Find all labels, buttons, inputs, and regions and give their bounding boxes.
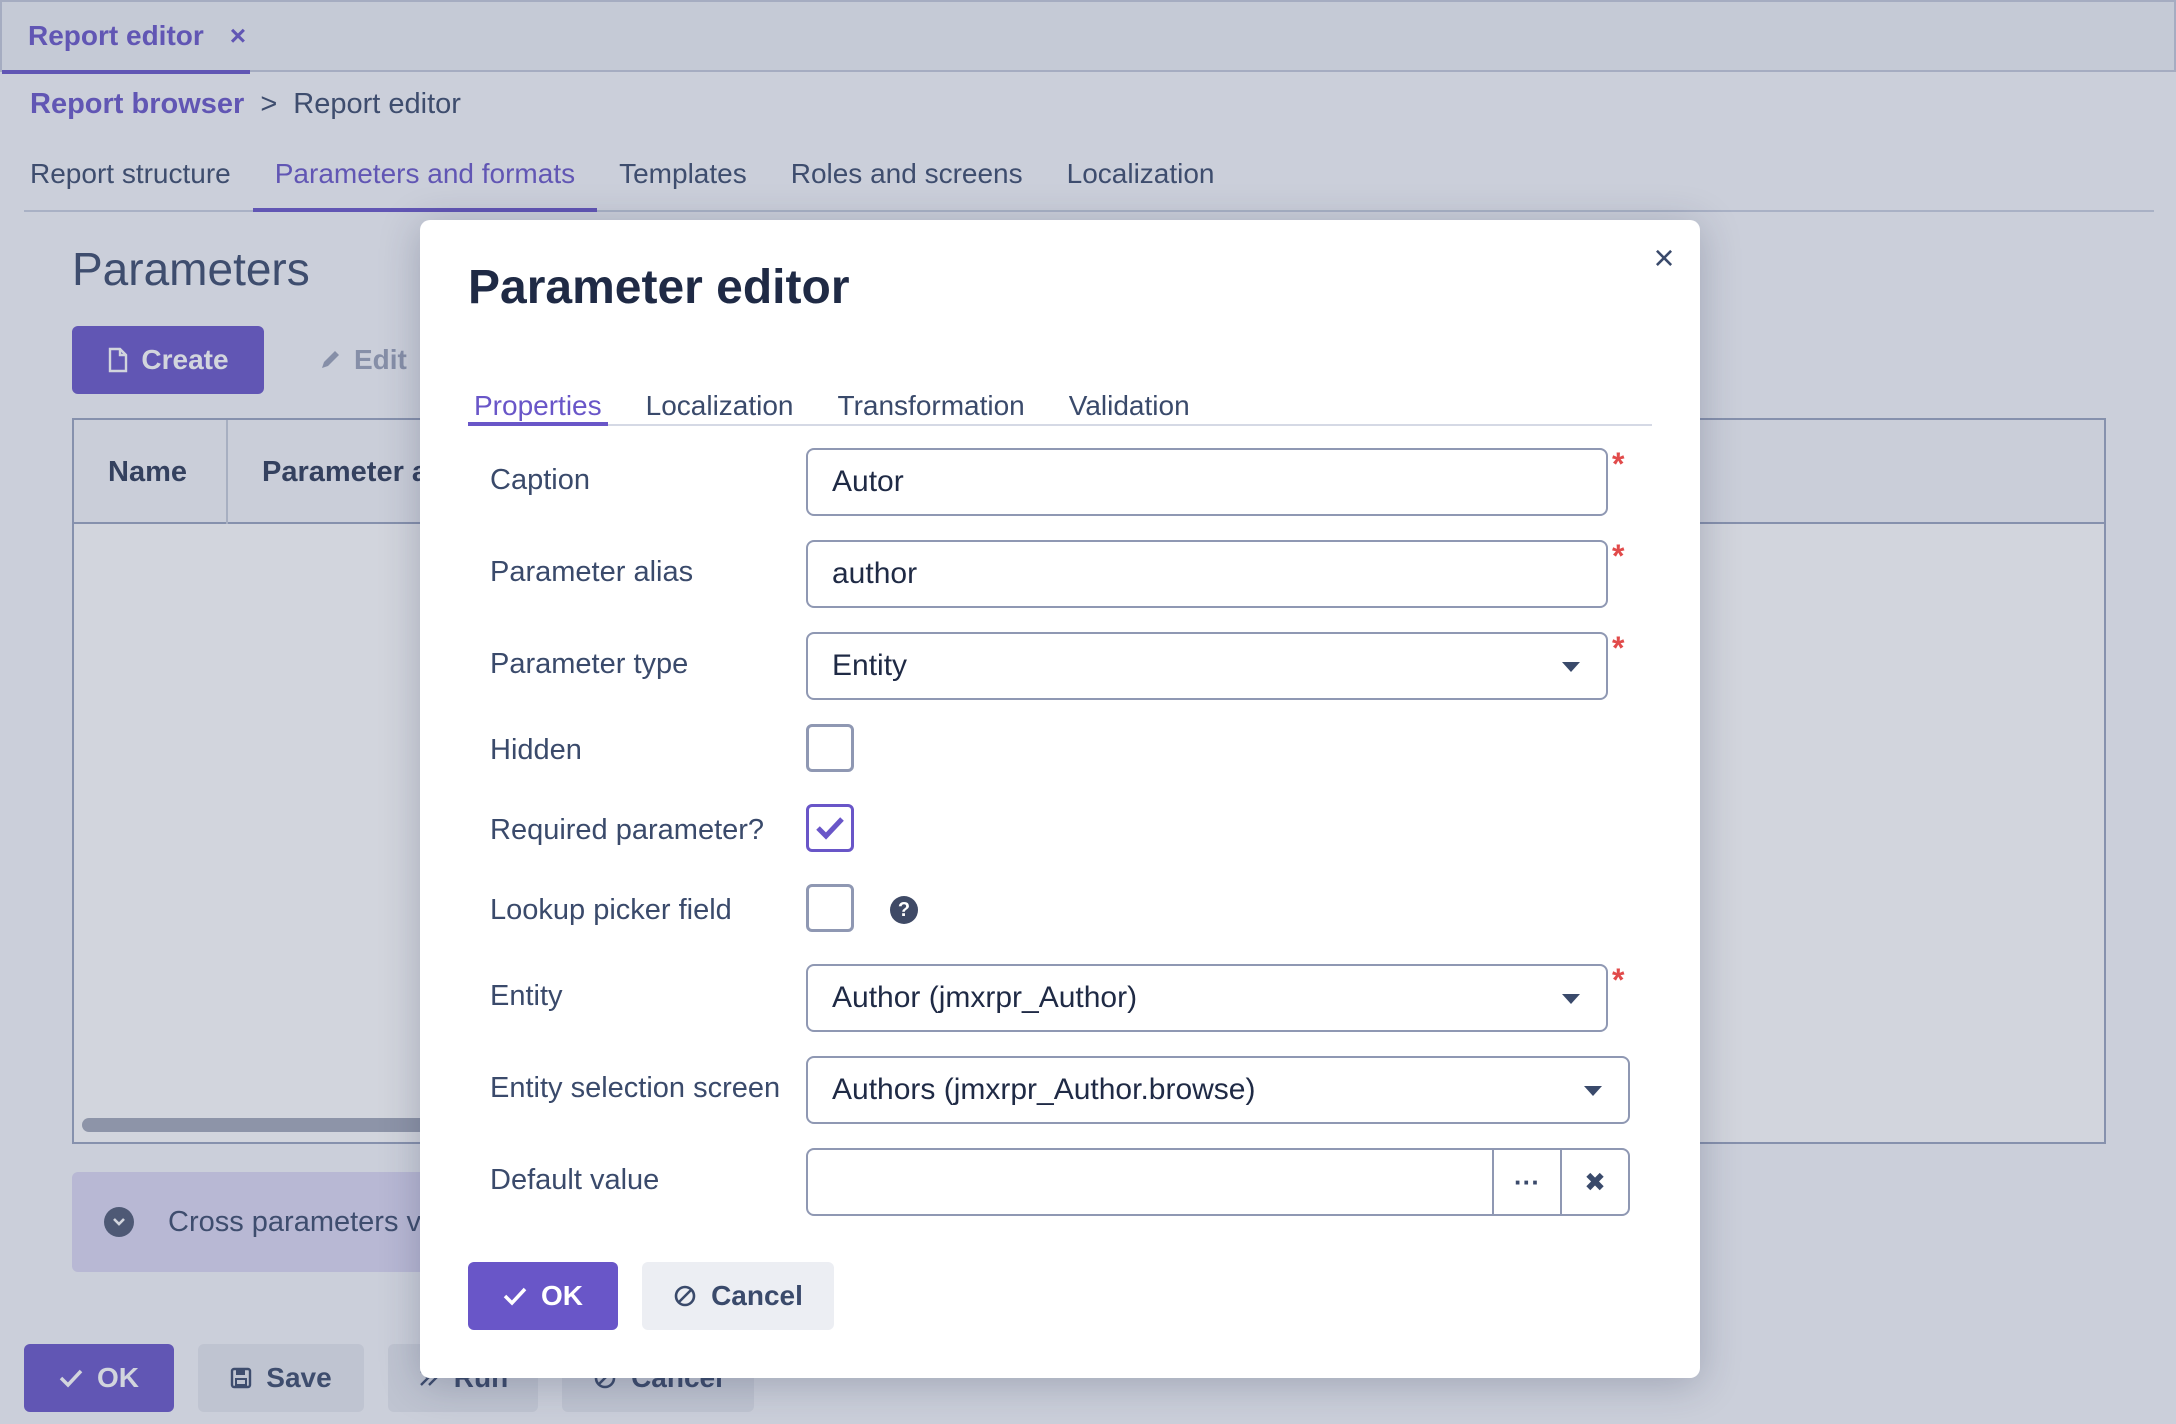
ellipsis-icon[interactable]: ··· — [1492, 1150, 1560, 1214]
parameter-alias-field[interactable]: author — [806, 540, 1608, 608]
required-parameter-checkbox[interactable] — [806, 804, 854, 852]
dialog-ok-button[interactable]: OK — [468, 1262, 618, 1330]
lookup-picker-label: Lookup picker field — [490, 894, 732, 926]
dialog-cancel-button[interactable]: Cancel — [642, 1262, 834, 1330]
alias-required-mark: * — [1612, 538, 1625, 574]
clear-icon[interactable]: ✖ — [1560, 1150, 1628, 1214]
hidden-checkbox[interactable] — [806, 724, 854, 772]
dialog-tabs: Properties Localization Transformation V… — [468, 352, 1652, 426]
entity-selection-screen-label: Entity selection screen — [490, 1072, 781, 1104]
caption-field[interactable]: Autor — [806, 448, 1608, 516]
question-icon[interactable]: ? — [890, 896, 918, 924]
tab-localization[interactable]: Localization — [624, 352, 816, 426]
chevron-down-icon — [1562, 662, 1580, 672]
parameter-type-select[interactable]: Entity — [806, 632, 1608, 700]
parameter-editor-dialog: Parameter editor × Properties Localizati… — [420, 220, 1700, 1378]
parameter-alias-label: Parameter alias — [490, 556, 694, 588]
parameter-type-label: Parameter type — [490, 648, 689, 680]
dialog-ok-label: OK — [541, 1280, 583, 1311]
tab-validation[interactable]: Validation — [1047, 352, 1212, 426]
check-icon — [503, 1287, 527, 1306]
default-value-label: Default value — [490, 1164, 660, 1196]
check-icon — [816, 817, 844, 840]
hidden-label: Hidden — [490, 734, 582, 766]
entity-selection-screen-select[interactable]: Authors (jmxrpr_Author.browse) — [806, 1056, 1630, 1124]
type-required-mark: * — [1612, 630, 1625, 666]
entity-selection-screen-value: Authors (jmxrpr_Author.browse) — [832, 1073, 1256, 1106]
entity-label: Entity — [490, 980, 563, 1012]
default-value-field[interactable]: ··· ✖ — [806, 1148, 1630, 1216]
tab-properties[interactable]: Properties — [468, 352, 608, 426]
entity-value: Author (jmxrpr_Author) — [832, 981, 1138, 1014]
lookup-picker-checkbox[interactable] — [806, 884, 854, 932]
required-parameter-label: Required parameter? — [490, 814, 765, 846]
entity-required-mark: * — [1612, 962, 1625, 998]
dialog-cancel-label: Cancel — [711, 1280, 803, 1311]
report-editor-app: Report editor × Report browser > Report … — [0, 0, 2176, 1424]
tab-transformation[interactable]: Transformation — [816, 352, 1047, 426]
entity-select[interactable]: Author (jmxrpr_Author) — [806, 964, 1608, 1032]
dialog-close-icon[interactable]: × — [1646, 237, 1682, 278]
caption-label: Caption — [490, 464, 590, 496]
chevron-down-icon — [1562, 994, 1580, 1004]
caption-required-mark: * — [1612, 446, 1625, 482]
chevron-down-icon — [1584, 1086, 1602, 1096]
parameter-type-value: Entity — [832, 649, 908, 682]
cancel-icon — [674, 1285, 696, 1307]
dialog-title: Parameter editor — [468, 261, 850, 314]
